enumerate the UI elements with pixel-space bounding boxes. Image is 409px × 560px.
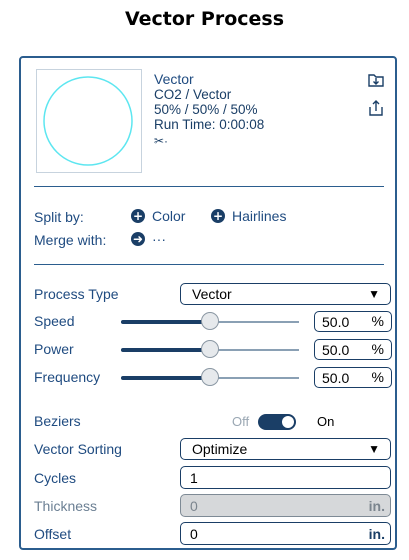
beziers-off-label: Off xyxy=(232,414,250,429)
merge-more-icon: ··· xyxy=(152,231,166,247)
layer-preview-thumbnail xyxy=(36,69,142,173)
vector-sorting-label: Vector Sorting xyxy=(34,441,122,457)
layer-run-time: Run Time: 0:00:08 xyxy=(154,117,265,132)
power-slider-handle[interactable] xyxy=(201,340,219,358)
scissors-icon[interactable]: ✂· xyxy=(154,134,264,149)
divider xyxy=(34,186,384,187)
frequency-slider-fill xyxy=(121,376,209,380)
layer-info: Vector CO2 / Vector 50% / 50% / 50% Run … xyxy=(154,72,264,149)
speed-value: 50.0 xyxy=(322,314,350,330)
offset-input[interactable]: 0 in. xyxy=(180,522,391,545)
speed-label: Speed xyxy=(34,313,75,329)
cycles-label: Cycles xyxy=(34,470,77,486)
dropdown-arrow-icon: ▼ xyxy=(368,287,380,301)
frequency-slider-handle[interactable] xyxy=(201,368,219,386)
split-color-label: Color xyxy=(152,208,186,224)
vector-process-panel: Vector CO2 / Vector 50% / 50% / 50% Run … xyxy=(19,56,397,550)
power-unit: % xyxy=(371,341,384,357)
arrow-right-circle-icon: ➜ xyxy=(131,232,145,246)
split-by-hairlines-button[interactable]: + Hairlines xyxy=(211,208,286,224)
split-hairlines-label: Hairlines xyxy=(232,208,287,224)
thickness-unit: in. xyxy=(368,498,385,514)
split-by-label: Split by: xyxy=(34,209,84,225)
speed-slider-handle[interactable] xyxy=(201,312,219,330)
frequency-label: Frequency xyxy=(34,369,101,385)
speed-slider-fill xyxy=(121,320,209,324)
plus-circle-icon: + xyxy=(211,209,225,223)
thickness-value: 0 xyxy=(190,498,198,514)
layer-name: Vector xyxy=(154,71,194,87)
process-type-select[interactable]: Vector ▼ xyxy=(180,283,391,305)
merge-with-button[interactable]: ➜ ··· xyxy=(131,231,166,247)
cycles-value: 1 xyxy=(190,470,198,486)
offset-unit: in. xyxy=(368,526,385,542)
power-slider-fill xyxy=(121,348,209,352)
power-label: Power xyxy=(34,341,74,357)
split-by-color-button[interactable]: + Color xyxy=(131,208,185,224)
vector-sorting-select[interactable]: Optimize ▼ xyxy=(180,438,391,460)
offset-label: Offset xyxy=(34,526,72,542)
toggle-knob xyxy=(282,416,294,428)
process-type-value: Vector xyxy=(192,286,232,302)
preview-circle-shape xyxy=(43,76,133,166)
power-value: 50.0 xyxy=(322,342,350,358)
speed-unit: % xyxy=(371,313,384,329)
power-input[interactable]: 50.0 % xyxy=(314,339,392,360)
layer-laser: CO2 / Vector xyxy=(154,87,232,102)
speed-input[interactable]: 50.0 % xyxy=(314,311,392,332)
plus-circle-icon: + xyxy=(131,209,145,223)
beziers-on-label: On xyxy=(317,414,335,429)
beziers-toggle[interactable] xyxy=(258,414,296,430)
export-share-icon[interactable] xyxy=(367,99,385,117)
panel-title: Vector Process xyxy=(124,8,285,30)
import-folder-icon[interactable] xyxy=(367,71,385,89)
frequency-value: 50.0 xyxy=(322,370,350,386)
divider xyxy=(34,264,384,265)
dropdown-arrow-icon: ▼ xyxy=(368,442,380,456)
thickness-input: 0 in. xyxy=(180,494,391,517)
frequency-unit: % xyxy=(371,369,384,385)
beziers-label: Beziers xyxy=(34,413,81,429)
frequency-input[interactable]: 50.0 % xyxy=(314,367,392,388)
process-type-label: Process Type xyxy=(34,286,119,302)
vector-sorting-value: Optimize xyxy=(192,441,248,457)
merge-with-label: Merge with: xyxy=(34,232,107,248)
cycles-input[interactable]: 1 xyxy=(180,466,391,489)
layer-settings: 50% / 50% / 50% xyxy=(154,102,258,117)
offset-value: 0 xyxy=(190,526,198,542)
thickness-label: Thickness xyxy=(34,498,98,514)
